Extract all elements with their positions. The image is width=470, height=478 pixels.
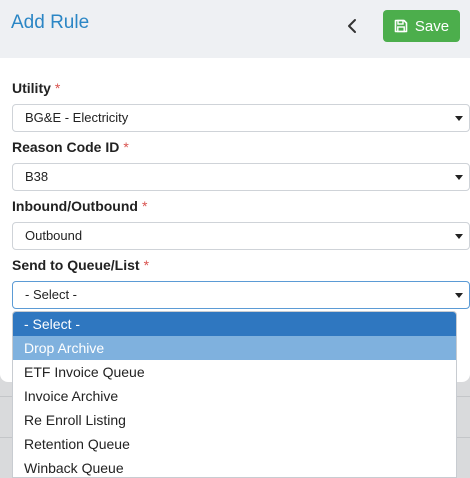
required-marker: * [141,198,148,214]
queue-label: Send to Queue/List * [12,257,150,273]
save-button[interactable]: Save [383,10,460,42]
reason-code-label: Reason Code ID * [12,139,129,155]
queue-dropdown-list: - Select - Drop Archive ETF Invoice Queu… [12,311,457,478]
option-select-placeholder[interactable]: - Select - [13,312,456,336]
queue-select[interactable]: - Select - [12,281,470,309]
direction-select[interactable]: Outbound [12,222,470,250]
floppy-disk-icon [394,19,408,33]
option-winback-queue[interactable]: Winback Queue [13,456,456,477]
required-marker: * [143,257,150,273]
dialog-header: Add Rule Save [0,0,470,58]
direction-label: Inbound/Outbound * [12,198,148,214]
option-etf-invoice-queue[interactable]: ETF Invoice Queue [13,360,456,384]
reason-code-select-value: B38 [25,169,49,184]
dialog-title: Add Rule [11,12,90,33]
save-button-label: Save [414,17,450,35]
caret-down-icon [455,234,463,239]
utility-select-value: BG&E - Electricity [25,110,129,125]
option-drop-archive[interactable]: Drop Archive [13,336,456,360]
option-invoice-archive[interactable]: Invoice Archive [13,384,456,408]
option-re-enroll-listing[interactable]: Re Enroll Listing [13,408,456,432]
required-marker: * [54,80,61,96]
option-retention-queue[interactable]: Retention Queue [13,432,456,456]
direction-select-value: Outbound [25,228,83,243]
utility-label: Utility * [12,80,61,96]
back-button[interactable] [340,14,364,38]
utility-select[interactable]: BG&E - Electricity [12,104,470,132]
chevron-left-icon [348,19,356,33]
required-marker: * [123,139,129,155]
queue-select-value: - Select - [25,287,78,302]
reason-code-select[interactable]: B38 [12,163,470,191]
caret-down-icon [455,293,463,298]
caret-down-icon [455,116,463,121]
caret-down-icon [455,175,463,180]
